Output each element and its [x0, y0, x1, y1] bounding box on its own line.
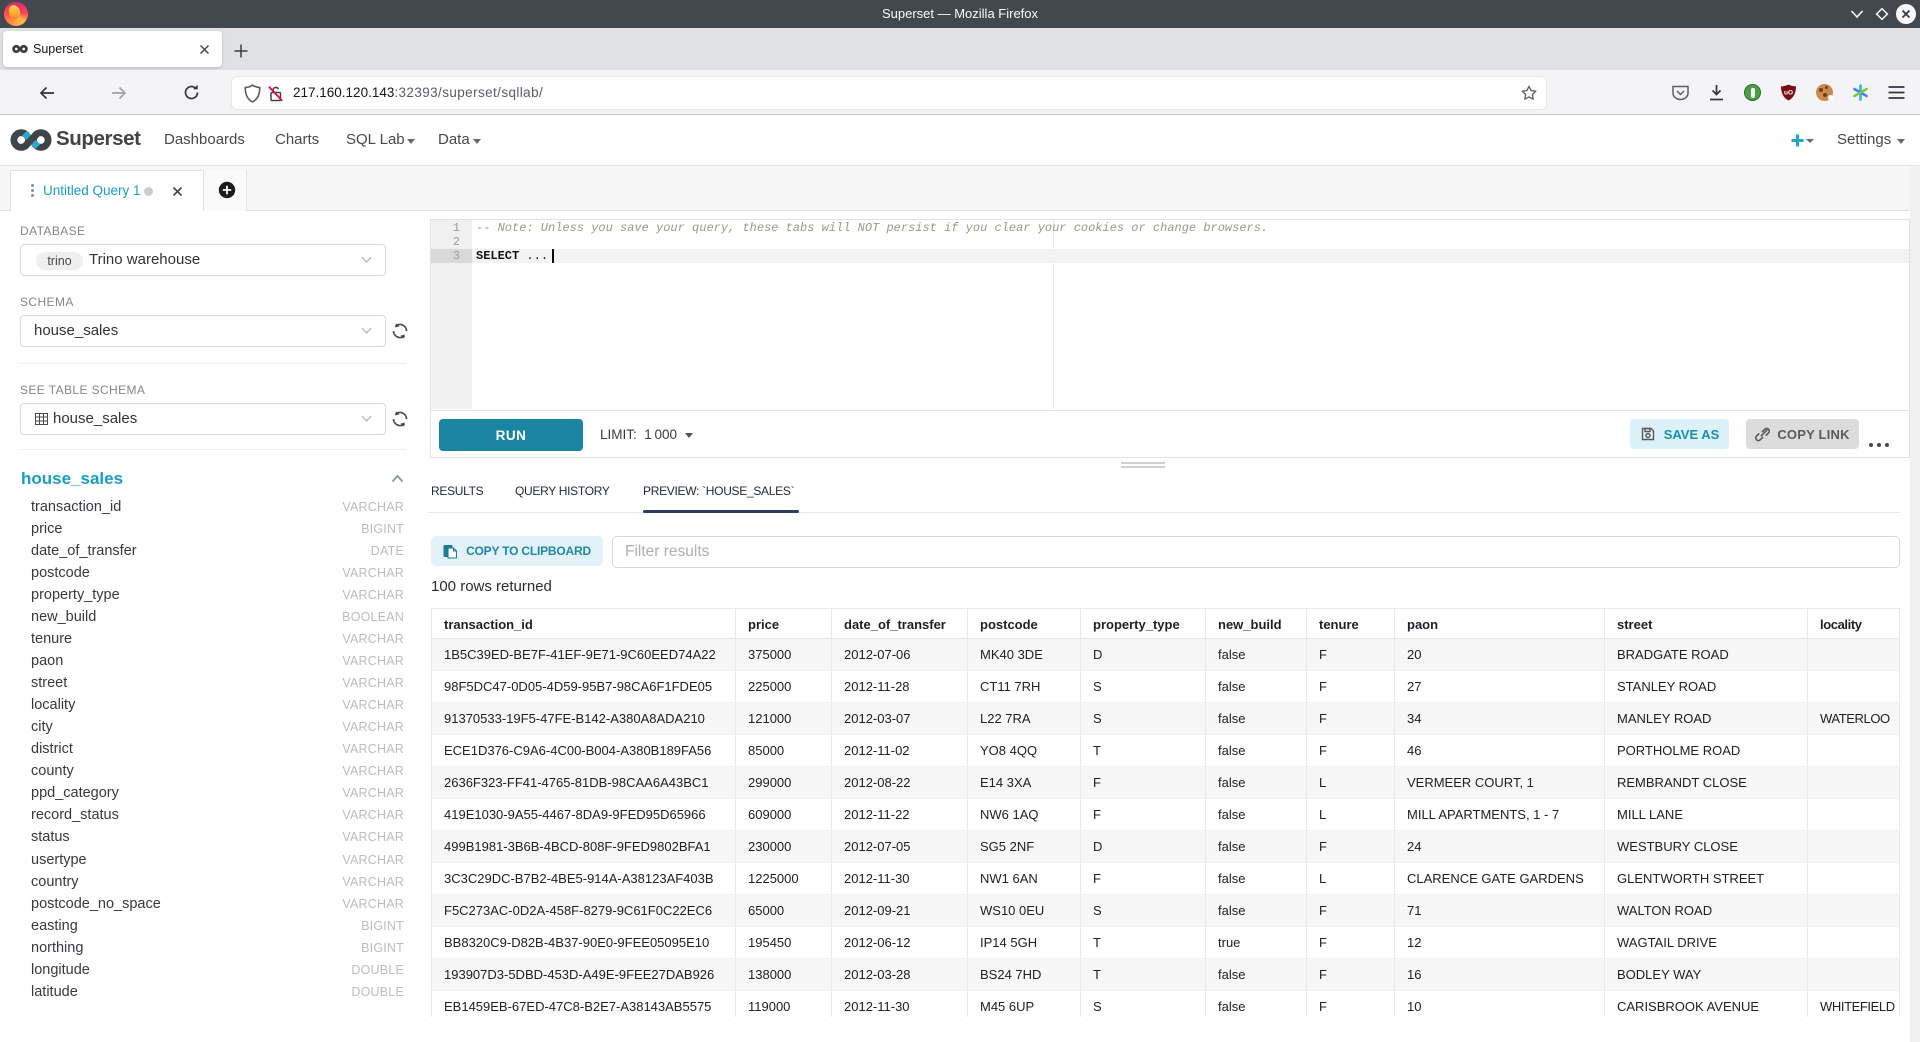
svg-text:uO: uO	[1784, 90, 1793, 97]
